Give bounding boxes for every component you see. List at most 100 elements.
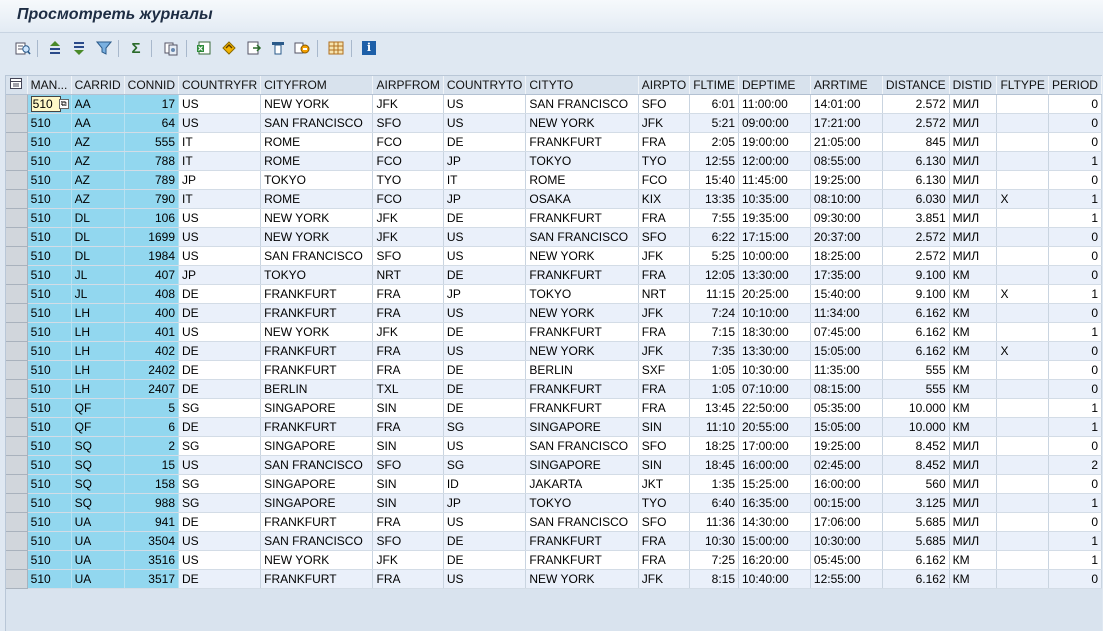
table-cell[interactable]: 555 bbox=[124, 132, 180, 152]
export-button[interactable] bbox=[244, 38, 264, 58]
table-cell[interactable]: 6.130 bbox=[882, 170, 950, 190]
table-cell[interactable]: 2.572 bbox=[882, 246, 950, 266]
info-button[interactable]: i bbox=[359, 38, 379, 58]
table-cell[interactable]: 510 bbox=[27, 379, 72, 399]
table-cell[interactable]: КМ bbox=[949, 303, 998, 323]
table-cell[interactable]: AZ bbox=[71, 170, 125, 190]
table-cell[interactable]: 12:55 bbox=[689, 151, 739, 171]
table-cell[interactable]: МИЛ bbox=[949, 113, 998, 133]
table-cell[interactable]: 21:05:00 bbox=[810, 132, 883, 152]
table-cell[interactable]: 05:45:00 bbox=[810, 550, 883, 570]
table-cell[interactable]: 6:01 bbox=[689, 94, 739, 114]
table-cell[interactable]: 560 bbox=[882, 474, 950, 494]
row-selector[interactable] bbox=[6, 398, 28, 418]
filter-button[interactable] bbox=[94, 38, 114, 58]
table-cell[interactable]: 0 bbox=[1048, 265, 1103, 285]
table-cell[interactable]: SXF bbox=[638, 360, 691, 380]
table-cell[interactable]: DE bbox=[443, 531, 527, 551]
table-cell[interactable]: FRANKFURT bbox=[260, 569, 374, 589]
table-cell[interactable]: 7:35 bbox=[689, 341, 739, 361]
row-selector[interactable] bbox=[6, 436, 28, 456]
table-cell[interactable]: JFK bbox=[372, 208, 444, 228]
table-cell[interactable]: NEW YORK bbox=[260, 550, 374, 570]
column-header[interactable]: FLTIME bbox=[689, 76, 739, 95]
table-cell[interactable]: 510 bbox=[27, 189, 72, 209]
table-cell[interactable]: 5:21 bbox=[689, 113, 739, 133]
table-cell[interactable]: 510 bbox=[27, 170, 72, 190]
table-cell[interactable]: 408 bbox=[124, 284, 180, 304]
table-cell[interactable]: IT bbox=[178, 189, 262, 209]
table-cell[interactable]: FCO bbox=[372, 151, 444, 171]
table-cell[interactable]: 510 ⧉ bbox=[27, 94, 72, 114]
table-cell[interactable]: FRA bbox=[638, 132, 691, 152]
table-cell[interactable]: DE bbox=[443, 398, 527, 418]
table-cell[interactable]: FRANKFURT bbox=[525, 398, 639, 418]
table-cell[interactable]: 510 bbox=[27, 284, 72, 304]
row-selector[interactable] bbox=[6, 227, 28, 247]
row-selector[interactable] bbox=[6, 322, 28, 342]
table-cell[interactable]: SFO bbox=[372, 455, 444, 475]
table-row[interactable]: 510 QF 6 DE FRANKFURT FRA SG SINGAPORE SIN 11:10 2… bbox=[6, 417, 1103, 437]
table-cell[interactable]: 1 bbox=[1048, 284, 1103, 304]
details-button[interactable] bbox=[13, 38, 33, 58]
table-cell[interactable]: US bbox=[443, 94, 527, 114]
table-cell[interactable]: 9.100 bbox=[882, 284, 950, 304]
row-selector[interactable] bbox=[6, 151, 28, 171]
table-cell[interactable]: SINGAPORE bbox=[525, 417, 639, 437]
table-cell[interactable]: FRANKFURT bbox=[525, 265, 639, 285]
table-row[interactable]: 510 UA 3517 DE FRANKFURT FRA US NEW YORK JFK 8:15… bbox=[6, 569, 1103, 589]
column-header[interactable]: DISTID bbox=[949, 76, 998, 95]
table-cell[interactable]: 1 bbox=[1048, 208, 1103, 228]
table-cell[interactable]: US bbox=[443, 512, 527, 532]
table-cell[interactable]: JP bbox=[178, 265, 262, 285]
table-cell[interactable]: SIN bbox=[372, 493, 444, 513]
table-cell[interactable]: JFK bbox=[372, 322, 444, 342]
table-cell[interactable]: 08:55:00 bbox=[810, 151, 883, 171]
table-cell[interactable]: LH bbox=[71, 360, 125, 380]
row-selector[interactable] bbox=[6, 550, 28, 570]
table-row[interactable]: 510 UA 941 DE FRANKFURT FRA US SAN FRANCISCO SFO… bbox=[6, 512, 1103, 532]
table-cell[interactable]: 14:01:00 bbox=[810, 94, 883, 114]
table-cell[interactable]: 15:40 bbox=[689, 170, 739, 190]
table-cell[interactable] bbox=[996, 455, 1049, 475]
table-cell[interactable]: US bbox=[178, 322, 262, 342]
table-cell[interactable]: SFO bbox=[372, 531, 444, 551]
table-row[interactable]: 510 AZ 789 JP TOKYO TYO IT ROME FCO 15:40 11:45:00… bbox=[6, 170, 1103, 190]
table-cell[interactable]: DE bbox=[178, 417, 262, 437]
row-selector[interactable] bbox=[6, 474, 28, 494]
table-row[interactable]: 510 LH 2407 DE BERLIN TXL DE FRANKFURT FRA 1:05 07… bbox=[6, 379, 1103, 399]
table-cell[interactable]: 1 bbox=[1048, 493, 1103, 513]
table-cell[interactable]: FRA bbox=[372, 569, 444, 589]
table-cell[interactable]: ROME bbox=[260, 189, 374, 209]
table-cell[interactable] bbox=[996, 436, 1049, 456]
row-selector[interactable] bbox=[6, 113, 28, 133]
table-cell[interactable]: LH bbox=[71, 341, 125, 361]
table-cell[interactable]: 845 bbox=[882, 132, 950, 152]
table-cell[interactable]: NEW YORK bbox=[525, 303, 639, 323]
table-cell[interactable]: AA bbox=[71, 94, 125, 114]
table-cell[interactable] bbox=[996, 569, 1049, 589]
table-cell[interactable]: 510 bbox=[27, 493, 72, 513]
table-cell[interactable]: КМ bbox=[949, 550, 998, 570]
table-cell[interactable]: 2.572 bbox=[882, 113, 950, 133]
table-cell[interactable]: UA bbox=[71, 512, 125, 532]
column-header[interactable]: CITYTO bbox=[525, 76, 639, 95]
table-cell[interactable]: 15:05:00 bbox=[810, 417, 883, 437]
table-cell[interactable]: SINGAPORE bbox=[260, 493, 374, 513]
table-cell[interactable]: US bbox=[443, 227, 527, 247]
column-header[interactable]: DEPTIME bbox=[738, 76, 811, 95]
table-cell[interactable]: ROME bbox=[260, 151, 374, 171]
table-cell[interactable]: 15 bbox=[124, 455, 180, 475]
column-header[interactable]: AIRPFROM bbox=[372, 76, 444, 95]
table-cell[interactable]: ID bbox=[443, 474, 527, 494]
column-header[interactable]: AIRPTO bbox=[638, 76, 691, 95]
table-cell[interactable]: 1699 bbox=[124, 227, 180, 247]
table-cell[interactable]: NEW YORK bbox=[260, 208, 374, 228]
table-cell[interactable]: 8.452 bbox=[882, 455, 950, 475]
table-row[interactable]: 510 JL 407 JP TOKYO NRT DE FRANKFURT FRA 12:05 13:… bbox=[6, 265, 1103, 285]
table-cell[interactable]: 1984 bbox=[124, 246, 180, 266]
table-cell[interactable]: 16:35:00 bbox=[738, 493, 811, 513]
table-cell[interactable]: SFO bbox=[638, 436, 691, 456]
value-help-icon[interactable]: ⧉ bbox=[58, 99, 69, 109]
table-cell[interactable]: JKT bbox=[638, 474, 691, 494]
